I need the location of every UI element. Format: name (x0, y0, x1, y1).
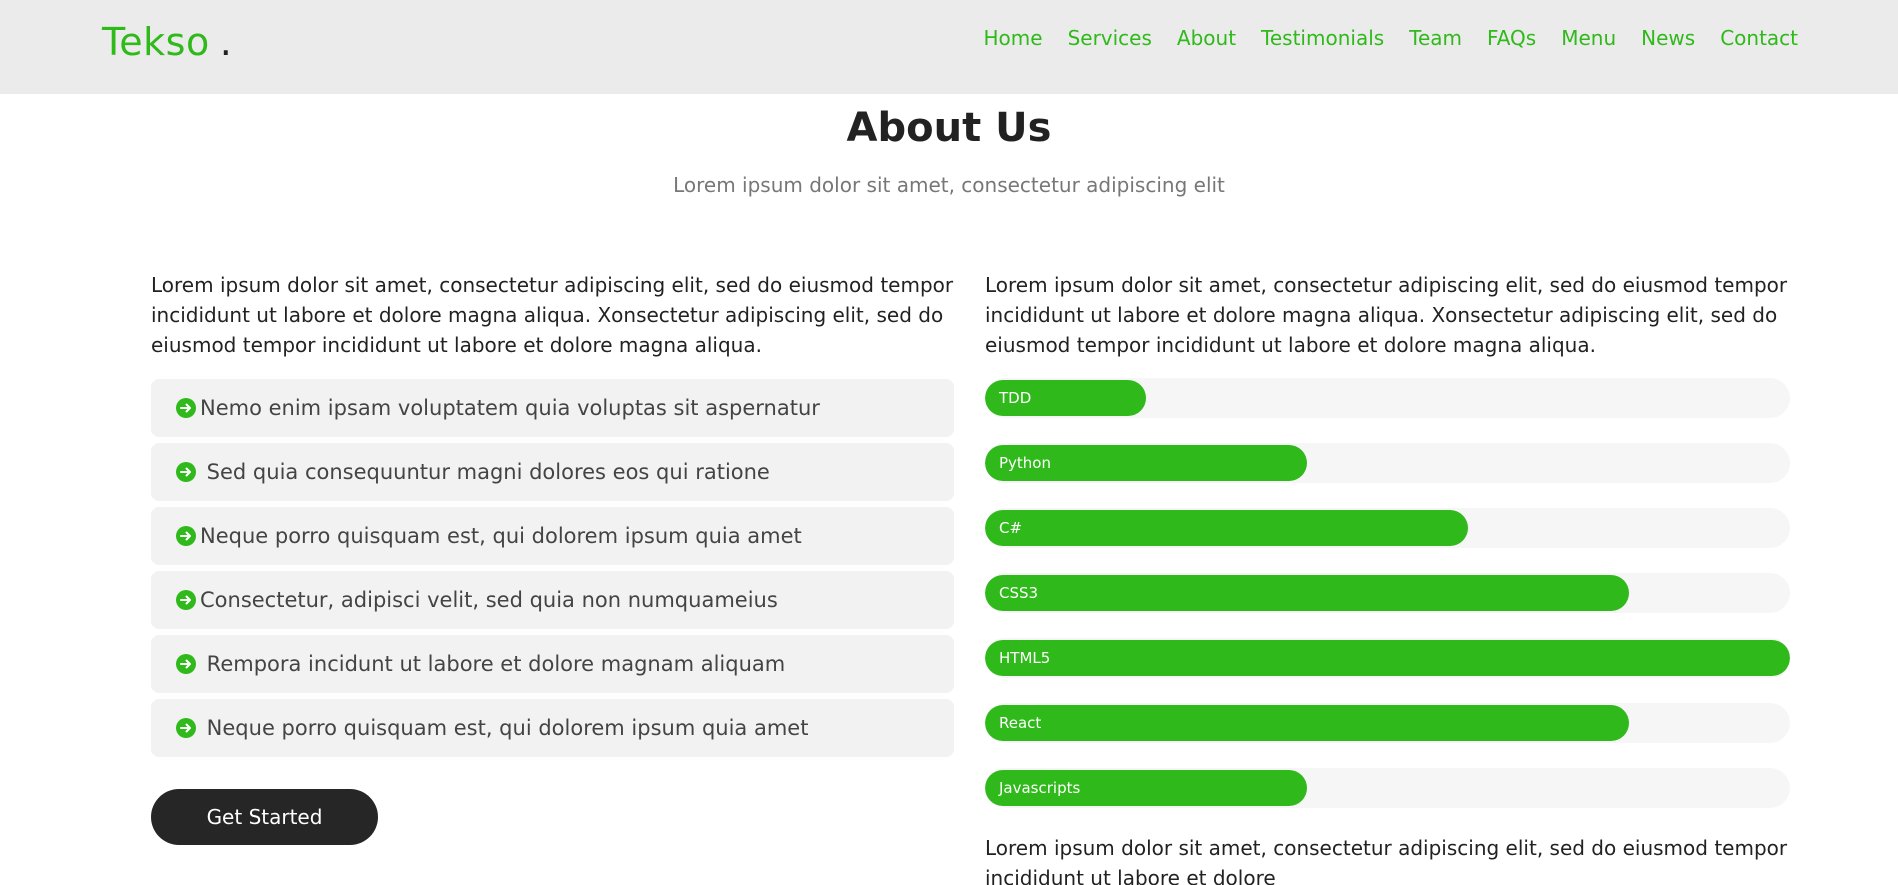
feature-item: Neque porro quisquam est, qui dolorem ip… (151, 699, 954, 757)
arrow-right-circle-icon (176, 462, 196, 482)
nav-home[interactable]: Home (984, 26, 1043, 50)
feature-text: Neque porro quisquam est, qui dolorem ip… (200, 716, 809, 740)
feature-item: Neque porro quisquam est, qui dolorem ip… (151, 507, 954, 565)
brand-dot: . (219, 20, 233, 64)
arrow-right-circle-icon (176, 718, 196, 738)
skill-bar-fill (985, 705, 1629, 741)
right-intro-paragraph: Lorem ipsum dolor sit amet, consectetur … (985, 273, 1788, 357)
skill-label: Python (999, 454, 1051, 472)
get-started-button[interactable]: Get Started (151, 789, 378, 845)
nav-news[interactable]: News (1641, 26, 1695, 50)
skill-label: React (999, 714, 1042, 732)
right-outro-paragraph: Lorem ipsum dolor sit amet, consectetur … (985, 836, 1788, 885)
skill-label: HTML5 (999, 649, 1051, 667)
about-right-column: Lorem ipsum dolor sit amet, consectetur … (985, 270, 1790, 885)
skill-label: C# (999, 519, 1023, 537)
skill-progress: Python (985, 443, 1790, 483)
skill-label: CSS3 (999, 584, 1039, 602)
feature-text: Consectetur, adipisci velit, sed quia no… (200, 588, 778, 612)
skill-progress: Javascripts (985, 768, 1790, 808)
skills-list: TDD Python C# CSS3 HTML5 React Javascrip… (985, 378, 1790, 808)
brand-logo[interactable]: Tekso. (102, 20, 232, 64)
skill-label: TDD (999, 389, 1032, 407)
feature-item: Rempora incidunt ut labore et dolore mag… (151, 635, 954, 693)
skill-progress: C# (985, 508, 1790, 548)
nav-faqs[interactable]: FAQs (1487, 26, 1536, 50)
feature-text: Nemo enim ipsam voluptatem quia voluptas… (200, 396, 820, 420)
feature-item: Sed quia consequuntur magni dolores eos … (151, 443, 954, 501)
header-bar: Tekso. Home Services About Testimonials … (0, 0, 1898, 94)
left-intro-paragraph: Lorem ipsum dolor sit amet, consectetur … (151, 273, 954, 357)
skill-progress: HTML5 (985, 638, 1790, 678)
feature-text: Sed quia consequuntur magni dolores eos … (200, 460, 770, 484)
skill-progress: CSS3 (985, 573, 1790, 613)
nav-contact[interactable]: Contact (1720, 26, 1798, 50)
skill-bar-fill (985, 510, 1468, 546)
nav-about[interactable]: About (1177, 26, 1236, 50)
arrow-right-circle-icon (176, 654, 196, 674)
feature-text: Rempora incidunt ut labore et dolore mag… (200, 652, 786, 676)
nav-menu[interactable]: Menu (1561, 26, 1616, 50)
feature-item: Nemo enim ipsam voluptatem quia voluptas… (151, 379, 954, 437)
section-subtitle: Lorem ipsum dolor sit amet, consectetur … (673, 173, 1225, 197)
arrow-right-circle-icon (176, 398, 196, 418)
skill-bar-fill (985, 575, 1629, 611)
skill-bar-fill (985, 640, 1790, 676)
arrow-right-circle-icon (176, 590, 196, 610)
section-title: About Us (846, 105, 1052, 151)
nav-services[interactable]: Services (1068, 26, 1152, 50)
feature-item: Consectetur, adipisci velit, sed quia no… (151, 571, 954, 629)
skill-progress: React (985, 703, 1790, 743)
feature-text: Neque porro quisquam est, qui dolorem ip… (200, 524, 802, 548)
about-left-column: Lorem ipsum dolor sit amet, consectetur … (151, 270, 954, 845)
feature-list: Nemo enim ipsam voluptatem quia voluptas… (151, 379, 954, 757)
main-nav: Home Services About Testimonials Team FA… (984, 26, 1799, 50)
skill-label: Javascripts (999, 779, 1081, 797)
skill-progress: TDD (985, 378, 1790, 418)
brand-name: Tekso (102, 20, 210, 64)
nav-testimonials[interactable]: Testimonials (1261, 26, 1384, 50)
arrow-right-circle-icon (176, 526, 196, 546)
nav-team[interactable]: Team (1409, 26, 1462, 50)
